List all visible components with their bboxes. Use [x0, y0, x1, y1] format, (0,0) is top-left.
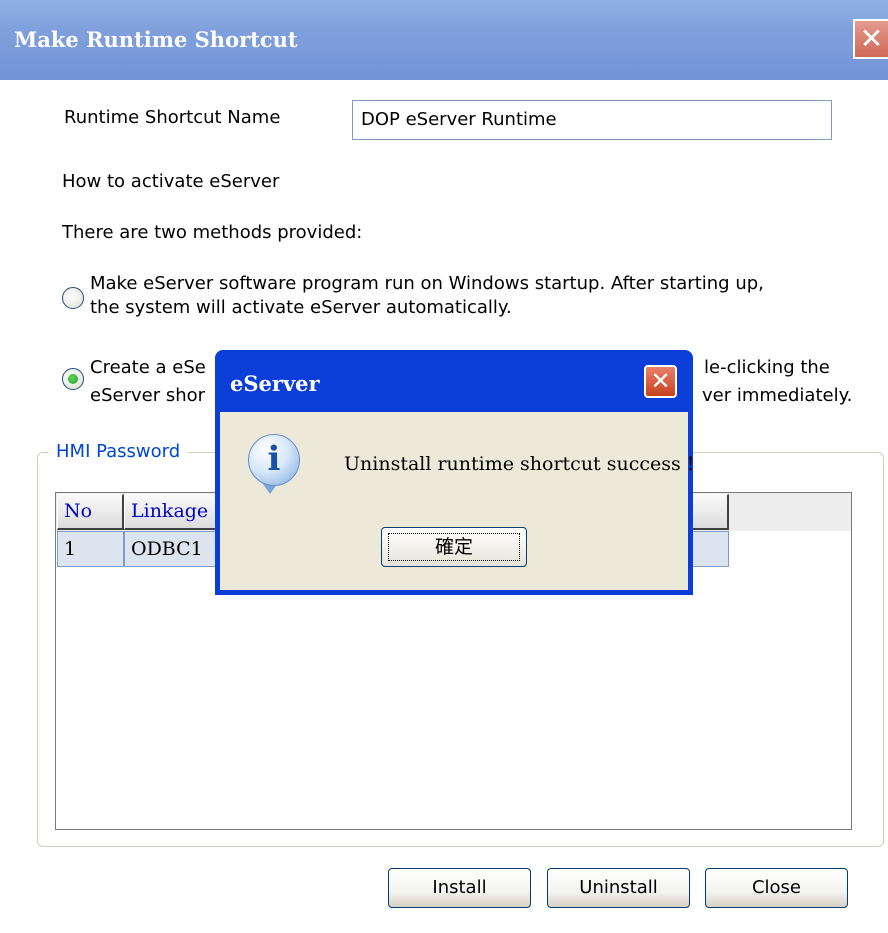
option-shortcut-line1-left: Create a eSe — [90, 357, 206, 378]
shortcut-name-field[interactable]: DOP eServer Runtime — [352, 100, 832, 140]
info-icon-glyph: i — [267, 439, 281, 479]
dialog-close-button[interactable]: ✕ — [644, 365, 677, 398]
dialog-client-area: i Uninstall runtime shortcut success ! 確… — [220, 412, 694, 590]
dialog-message: Uninstall runtime shortcut success ! — [344, 453, 695, 475]
option-shortcut-line2-right: ver immediately. — [702, 385, 853, 406]
install-button[interactable]: Install — [388, 868, 531, 908]
ok-button-focus-rect — [388, 533, 520, 561]
main-window-title: Make Runtime Shortcut — [14, 27, 298, 52]
close-button[interactable]: Close — [705, 868, 848, 908]
dialog-title: eServer — [230, 371, 320, 396]
option-startup-line2: the system will activate eServer automat… — [90, 297, 512, 318]
radio-selected-dot — [68, 374, 78, 384]
main-close-button[interactable]: ✕ — [853, 19, 888, 59]
how-to-activate-text: How to activate eServer — [62, 171, 280, 192]
main-title-bar[interactable]: Make Runtime Shortcut ✕ — [0, 0, 888, 80]
radio-shortcut-option[interactable] — [62, 368, 84, 390]
table-cell-no[interactable]: 1 — [57, 531, 124, 567]
column-header-no[interactable]: No — [57, 494, 124, 530]
info-icon: i — [248, 434, 300, 486]
option-startup-line1: Make eServer software program run on Win… — [90, 273, 764, 294]
methods-intro-text: There are two methods provided: — [62, 222, 363, 243]
option-shortcut-line1-right: le-clicking the — [704, 357, 830, 378]
option-shortcut-line2-left: eServer shor — [90, 385, 206, 406]
hmi-password-group-label: HMI Password — [48, 440, 189, 464]
radio-startup-option[interactable] — [62, 287, 84, 309]
ok-button[interactable]: 確定 — [381, 527, 527, 567]
shortcut-name-label: Runtime Shortcut Name — [64, 107, 281, 128]
eserver-message-dialog: eServer ✕ i Uninstall runtime shortcut s… — [215, 350, 694, 595]
uninstall-button[interactable]: Uninstall — [547, 868, 690, 908]
